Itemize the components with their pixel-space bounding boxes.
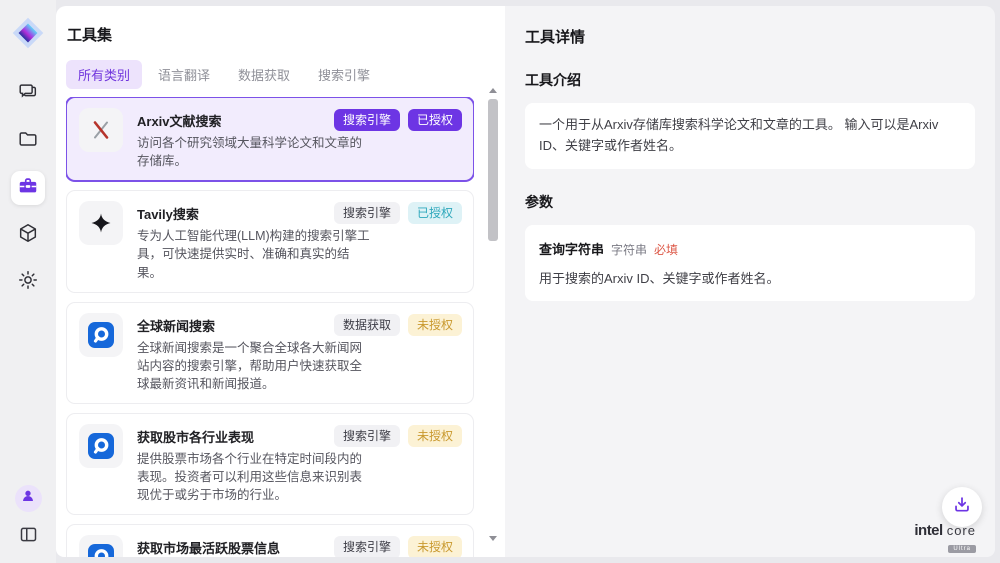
scroll-up-arrow-icon[interactable]	[489, 88, 497, 93]
ultra-badge: Ultra	[948, 545, 976, 553]
tool-description: 提供股票市场各个行业在特定时间段内的表现。投资者可以利用这些信息来识别表现优于或…	[137, 450, 370, 504]
toolbox-icon	[17, 175, 39, 202]
sidebar-bottom	[14, 485, 42, 551]
tool-card[interactable]: Tavily搜索 专为人工智能代理(LLM)构建的搜索引擎工具，可快速提供实时、…	[66, 190, 474, 292]
download-button[interactable]	[942, 487, 982, 527]
tavily-icon	[79, 201, 123, 245]
sidebar-item-models[interactable]	[11, 218, 45, 252]
tools-panel: 工具集 所有类别 语言翻译 数据获取 搜索引擎 Arxiv文献搜索 访问各个研究…	[56, 6, 505, 557]
scroll-down-arrow-icon[interactable]	[489, 536, 497, 541]
tool-description: 全球新闻搜索是一个聚合全球各大新闻网站内容的搜索引擎，帮助用户快速获取全球最新资…	[137, 339, 370, 393]
tool-badges: 搜索引擎 未授权	[334, 536, 462, 557]
download-icon	[951, 494, 973, 521]
folder-icon	[17, 128, 39, 155]
tools-panel-title: 工具集	[67, 24, 505, 45]
intro-text: 一个用于从Arxiv存储库搜索科学论文和文章的工具。 输入可以是Arxiv ID…	[539, 117, 938, 153]
auth-status-badge: 未授权	[408, 536, 462, 557]
scrollbar-thumb[interactable]	[488, 99, 498, 241]
settings-icon	[17, 269, 39, 296]
intel-wordmark: intel	[914, 523, 942, 538]
chat-icon	[17, 81, 39, 108]
detail-title: 工具详情	[525, 26, 975, 47]
arxiv-icon	[79, 108, 123, 152]
sidebar-item-chat[interactable]	[11, 77, 45, 111]
core-wordmark: core	[947, 524, 976, 537]
intro-card: 一个用于从Arxiv存储库搜索科学论文和文章的工具。 输入可以是Arxiv ID…	[525, 103, 975, 169]
collapse-panel-icon	[18, 524, 39, 550]
auth-status-badge: 未授权	[408, 425, 462, 447]
tool-detail-panel: 工具详情 工具介绍 一个用于从Arxiv存储库搜索科学论文和文章的工具。 输入可…	[505, 6, 995, 557]
tool-card[interactable]: 获取市场最活跃股票信息 提供当天交易量最高的股票列表，投资者可以利用这些信息来识…	[66, 524, 474, 557]
tool-description: 专为人工智能代理(LLM)构建的搜索引擎工具，可快速提供实时、准确和真实的结果。	[137, 227, 370, 281]
user-avatar[interactable]	[15, 485, 42, 512]
category-tab[interactable]: 所有类别	[66, 60, 142, 89]
category-tab[interactable]: 搜索引擎	[306, 60, 382, 89]
intel-core-logo: intel core Ultra	[914, 523, 976, 554]
user-icon	[20, 488, 36, 509]
parameter-card: 查询字符串 字符串 必填 用于搜索的Arxiv ID、关键字或作者姓名。	[525, 225, 975, 301]
sidebar-item-settings[interactable]	[11, 265, 45, 299]
qlogo-icon	[79, 313, 123, 357]
category-badge: 数据获取	[334, 314, 400, 336]
list-scrollbar[interactable]	[487, 84, 499, 545]
tool-badges: 数据获取 未授权	[334, 314, 462, 336]
category-badge: 搜索引擎	[334, 202, 400, 224]
tool-badges: 搜索引擎 未授权	[334, 425, 462, 447]
category-tab[interactable]: 语言翻译	[146, 60, 222, 89]
tool-description: 访问各个研究领域大量科学论文和文章的存储库。	[137, 134, 370, 170]
category-badge: 搜索引擎	[334, 536, 400, 557]
main-container: 工具集 所有类别 语言翻译 数据获取 搜索引擎 Arxiv文献搜索 访问各个研究…	[56, 6, 995, 557]
tool-badges: 搜索引擎 已授权	[334, 202, 462, 224]
auth-status-badge: 已授权	[408, 109, 462, 131]
left-sidebar	[0, 0, 56, 563]
parameter-type: 字符串	[611, 241, 647, 258]
app-logo[interactable]	[8, 13, 48, 53]
tool-card[interactable]: Arxiv文献搜索 访问各个研究领域大量科学论文和文章的存储库。 搜索引擎 已授…	[66, 97, 474, 181]
category-badge: 搜索引擎	[334, 109, 400, 131]
parameter-description: 用于搜索的Arxiv ID、关键字或作者姓名。	[539, 268, 961, 287]
qlogo-icon	[79, 535, 123, 557]
parameter-name: 查询字符串	[539, 239, 604, 258]
tool-badges: 搜索引擎 已授权	[334, 109, 462, 131]
sidebar-nav	[11, 77, 45, 299]
params-heading: 参数	[525, 192, 975, 212]
qlogo-icon	[79, 424, 123, 468]
cube-icon	[17, 222, 39, 249]
parameter-header: 查询字符串 字符串 必填	[539, 239, 961, 258]
collapse-sidebar-button[interactable]	[14, 523, 42, 551]
parameter-required-flag: 必填	[654, 241, 678, 258]
tool-card-list: Arxiv文献搜索 访问各个研究领域大量科学论文和文章的存储库。 搜索引擎 已授…	[66, 97, 474, 557]
tool-card[interactable]: 全球新闻搜索 全球新闻搜索是一个聚合全球各大新闻网站内容的搜索引擎，帮助用户快速…	[66, 302, 474, 404]
auth-status-badge: 已授权	[408, 202, 462, 224]
intro-heading: 工具介绍	[525, 70, 975, 90]
auth-status-badge: 未授权	[408, 314, 462, 336]
sidebar-item-files[interactable]	[11, 124, 45, 158]
category-badge: 搜索引擎	[334, 425, 400, 447]
tool-card[interactable]: 获取股市各行业表现 提供股票市场各个行业在特定时间段内的表现。投资者可以利用这些…	[66, 413, 474, 515]
sidebar-item-tools[interactable]	[11, 171, 45, 205]
category-tabs: 所有类别 语言翻译 数据获取 搜索引擎	[66, 60, 505, 89]
category-tab[interactable]: 数据获取	[226, 60, 302, 89]
